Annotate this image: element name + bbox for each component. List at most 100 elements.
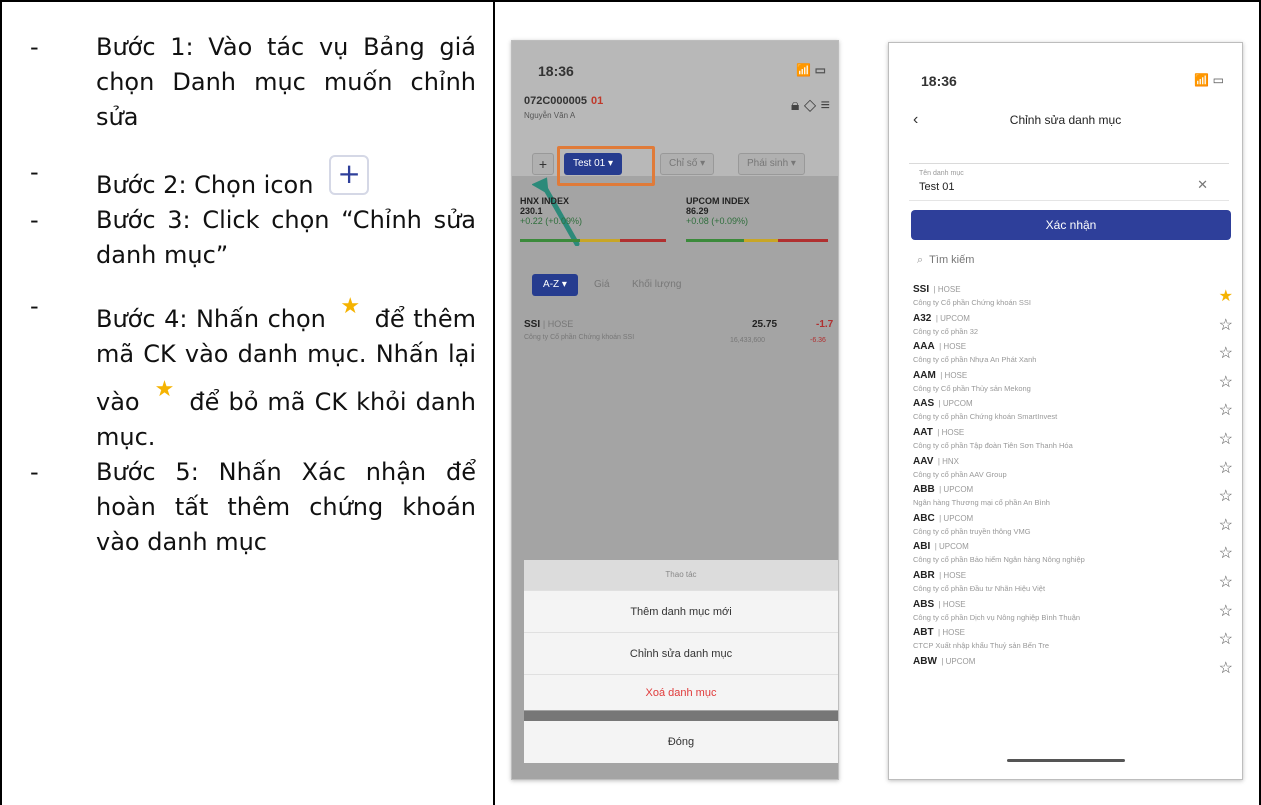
table-column-divider xyxy=(493,0,495,805)
star-outline-icon[interactable]: ☆ xyxy=(1219,343,1233,363)
list-item[interactable]: ABW | UPCOM ☆ xyxy=(913,651,1237,680)
stock-change: -1.7 xyxy=(816,319,834,330)
confirm-button[interactable]: Xác nhận xyxy=(911,210,1231,240)
index-name: HNX INDEX xyxy=(520,196,570,206)
stock-exchange: | UPCOM xyxy=(941,656,976,666)
stock-exchange: | HOSE xyxy=(938,599,966,609)
close-sheet-button[interactable]: Đóng xyxy=(524,721,838,763)
stock-exchange: | HOSE xyxy=(940,370,968,380)
star-outline-icon[interactable]: ☆ xyxy=(1219,400,1233,420)
user-name: Nguyễn Văn A xyxy=(524,111,576,120)
star-outline-icon[interactable]: ☆ xyxy=(1219,572,1233,592)
star-filled-icon[interactable]: ★ xyxy=(1219,286,1233,306)
stock-symbol: SSI xyxy=(913,284,930,295)
star-outline-icon[interactable]: ☆ xyxy=(1219,601,1233,621)
status-icons: 📶 ▭ xyxy=(1194,73,1224,87)
list-dash: - xyxy=(30,292,39,320)
stock-symbol: AAV xyxy=(913,455,934,467)
stock-company: Công ty cổ phần Chứng khoán SmartInvest xyxy=(913,412,1058,422)
index-card-upcom[interactable]: UPCOM INDEX 86.29 +0.08 (+0.09%) xyxy=(686,196,750,226)
account-number: 072C000005 01 xyxy=(524,95,603,107)
list-item[interactable]: AAV | HNX Công ty cổ phần AAV Group ☆ xyxy=(913,451,1237,480)
step-2: - Bước 2: Chọn icon + xyxy=(30,155,476,203)
stock-exchange: | UPCOM xyxy=(934,542,969,552)
lock-icon[interactable]: 🔒︎ xyxy=(791,97,800,114)
stock-exchange: | HOSE xyxy=(937,427,965,437)
watchlist-name-input[interactable]: Test 01 xyxy=(919,181,954,193)
stock-symbol: A32 xyxy=(913,312,932,324)
menu-icon[interactable]: ≡ xyxy=(821,97,830,114)
index-bar xyxy=(580,239,620,242)
step-3: - Bước 3: Click chọn “Chỉnh sửa danh mục… xyxy=(30,203,476,273)
stock-symbol: ABB xyxy=(913,484,935,496)
index-name: UPCOM INDEX xyxy=(686,196,750,206)
stock-symbol: ABT xyxy=(913,627,934,639)
list-item[interactable]: SSI | HOSE Công ty Cổ phần Chứng khoán SS… xyxy=(913,279,1237,308)
search-input[interactable]: ⌕ Tìm kiếm xyxy=(911,247,1231,273)
add-watchlist-button[interactable]: + xyxy=(532,153,554,175)
table-row[interactable]: SSI | HOSE Công ty Cổ phần Chứng khoán S… xyxy=(524,319,838,344)
sort-price-tab[interactable]: Giá xyxy=(594,279,610,290)
sort-volume-tab[interactable]: Khối lượng xyxy=(632,279,681,290)
add-new-watchlist-option[interactable]: Thêm danh mục mới xyxy=(524,590,838,632)
star-outline-icon[interactable]: ☆ xyxy=(1219,429,1233,449)
list-dash: - xyxy=(30,33,39,61)
stock-exchange: | HNX xyxy=(937,456,960,466)
phone-screenshot-price-board: 18:36 📶 ▭ 072C000005 01 Nguyễn Văn A 🔒︎ ◇… xyxy=(511,40,839,780)
list-item[interactable]: ABS | HOSE Công ty cổ phần Dịch vụ Nông n… xyxy=(913,594,1237,623)
sheet-title: Thao tác xyxy=(524,560,838,590)
step-4: - Bước 4: Nhấn chọn ★ để thêm mã CK vào … xyxy=(30,289,476,455)
stock-exchange: | HOSE xyxy=(939,570,967,580)
star-outline-icon[interactable]: ☆ xyxy=(1219,543,1233,563)
star-outline-icon[interactable]: ☆ xyxy=(1219,515,1233,535)
list-item[interactable]: A32 | UPCOM Công ty cổ phần 32 ☆ xyxy=(913,308,1237,337)
stock-company: Công ty cổ phần Đầu tư Nhãn Hiệu Việt xyxy=(913,583,1046,593)
divider xyxy=(909,163,1229,164)
list-item[interactable]: ABI | UPCOM Công ty cổ phần Bảo hiểm Ngân… xyxy=(913,536,1237,565)
list-item[interactable]: ABR | HOSE Công ty cổ phần Đầu tư Nhãn Hi… xyxy=(913,565,1237,594)
star-outline-icon[interactable]: ☆ xyxy=(1219,372,1233,392)
list-item[interactable]: ABT | HOSE CTCP Xuất nhập khẩu Thuỷ sản B… xyxy=(913,622,1237,651)
account-id: 072C000005 xyxy=(524,95,588,107)
star-outline-icon[interactable]: ☆ xyxy=(1219,629,1233,649)
list-item[interactable]: AAS | UPCOM Công ty cổ phần Chứng khoán S… xyxy=(913,393,1237,422)
stock-company: Công ty cổ phần Dịch vụ Nông nghiệp Bình… xyxy=(913,612,1081,622)
stock-company: CTCP Xuất nhập khẩu Thuỷ sản Bến Tre xyxy=(913,641,1050,651)
stock-exchange: | HOSE xyxy=(938,628,965,638)
star-outline-icon[interactable]: ☆ xyxy=(1219,658,1233,678)
tag-icon[interactable]: ◇ xyxy=(804,97,816,114)
list-item[interactable]: AAT | HOSE Công ty cổ phần Tập đoàn Tiên … xyxy=(913,422,1237,451)
star-outline-icon[interactable]: ☆ xyxy=(1219,458,1233,478)
stock-symbol: AAA xyxy=(913,341,935,353)
stock-exchange: | HOSE xyxy=(933,285,961,294)
delete-watchlist-option[interactable]: Xoá danh mục xyxy=(524,674,838,710)
table-border-left xyxy=(0,0,2,805)
stock-exchange: | HOSE xyxy=(939,342,967,352)
list-item[interactable]: AAA | HOSE Công ty cổ phần Nhựa An Phát X… xyxy=(913,336,1237,365)
stock-change-pct: -6.36 xyxy=(810,337,826,344)
edit-watchlist-option[interactable]: Chỉnh sửa danh mục xyxy=(524,632,838,674)
step-2-text: Bước 2: Chọn icon xyxy=(96,171,314,199)
status-time: 18:36 xyxy=(921,73,957,89)
chevron-down-icon: ▾ xyxy=(790,158,796,169)
clear-icon[interactable]: ✕ xyxy=(1197,177,1208,193)
list-item[interactable]: AAM | HOSE Công ty Cổ phần Thủy sản Mekon… xyxy=(913,365,1237,394)
sort-label: A-Z xyxy=(543,279,560,290)
chip-derivatives[interactable]: Phái sinh ▾ xyxy=(738,153,805,175)
index-bar xyxy=(620,239,666,242)
page-title: Chỉnh sửa danh mục xyxy=(1009,113,1122,127)
list-item[interactable]: ABB | UPCOM Ngân hàng Thương mại cổ phần … xyxy=(913,479,1237,508)
chip-index[interactable]: Chỉ số ▾ xyxy=(660,153,715,175)
plus-icon: + xyxy=(329,155,370,195)
phone-screenshot-edit-watchlist: 18:36 📶 ▭ ‹ Chỉnh sửa danh mục Tên danh … xyxy=(888,42,1243,780)
status-icons: 📶 ▭ xyxy=(796,63,826,77)
star-outline-icon[interactable]: ☆ xyxy=(1219,486,1233,506)
list-dash: - xyxy=(30,206,39,234)
index-card-hnx[interactable]: HNX INDEX 230.1 +0.22 (+0.09%) xyxy=(520,196,582,226)
star-outline-icon[interactable]: ☆ xyxy=(1219,315,1233,335)
stock-exchange: | UPCOM xyxy=(939,485,974,495)
step-3-text: Bước 3: Click chọn “Chỉnh sửa danh mục” xyxy=(96,206,476,269)
stock-price: 25.75 xyxy=(752,319,778,330)
sort-az-button[interactable]: A-Z ▾ xyxy=(532,274,578,296)
list-item[interactable]: ABC | UPCOM Công ty cổ phần truyền thông … xyxy=(913,508,1237,537)
